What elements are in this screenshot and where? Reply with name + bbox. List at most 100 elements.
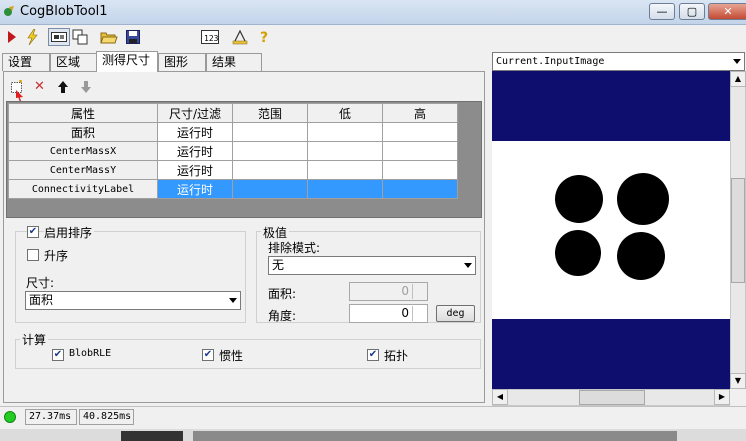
- maximize-button[interactable]: ▢: [679, 3, 705, 20]
- exclude-mode-value: 无: [272, 258, 285, 272]
- chevron-down-icon: [464, 263, 472, 268]
- compute-title: 计算: [20, 331, 49, 348]
- copy-window-icon[interactable]: [71, 28, 89, 46]
- blob: [617, 173, 669, 225]
- row-property: 面积: [8, 122, 158, 142]
- scroll-left-icon[interactable]: ◀: [492, 389, 508, 405]
- row-low[interactable]: [307, 160, 383, 180]
- table-row[interactable]: CenterMassY 运行时: [8, 160, 458, 180]
- move-down-icon[interactable]: [80, 80, 92, 94]
- tab-graphics[interactable]: 图形: [158, 53, 206, 71]
- move-up-icon[interactable]: [57, 80, 69, 94]
- scroll-up-icon[interactable]: ▲: [730, 71, 746, 87]
- taskbar-item[interactable]: [121, 431, 183, 441]
- tab-measurements[interactable]: 测得尺寸: [96, 51, 158, 72]
- save-icon[interactable]: [124, 28, 142, 46]
- row-low[interactable]: [307, 141, 383, 161]
- tab-region[interactable]: 区域: [50, 53, 97, 71]
- blob-shapes: [555, 173, 669, 280]
- col-header-low[interactable]: 低: [307, 103, 383, 123]
- topology-label: 拓扑: [384, 349, 409, 363]
- exclude-mode-select[interactable]: 无: [268, 256, 476, 275]
- help-icon[interactable]: ?: [256, 28, 274, 46]
- run-icon[interactable]: [3, 28, 21, 46]
- deg-button[interactable]: deg: [436, 305, 475, 322]
- table-row[interactable]: CenterMassX 运行时: [8, 141, 458, 161]
- col-header-high[interactable]: 高: [382, 103, 458, 123]
- row-property: CenterMassY: [8, 160, 158, 180]
- blob: [555, 175, 603, 223]
- size-select[interactable]: 面积: [25, 291, 241, 310]
- exclude-mode-label: 排除模式:: [268, 241, 321, 255]
- topology-checkbox[interactable]: ✔: [367, 349, 379, 361]
- inertia-checkbox[interactable]: ✔: [202, 349, 214, 361]
- row-filter[interactable]: 运行时: [157, 179, 233, 199]
- taskbar-item[interactable]: [193, 431, 677, 441]
- open-folder-icon[interactable]: [100, 28, 118, 46]
- col-header-property[interactable]: 属性: [8, 103, 158, 123]
- image-canvas[interactable]: [492, 71, 730, 389]
- enable-sort-checkbox[interactable]: ✔: [27, 226, 39, 238]
- area-label: 面积:: [268, 287, 297, 301]
- ascending-label: 升序: [44, 249, 69, 263]
- measure-tool-icon[interactable]: [231, 28, 249, 46]
- area-spinner[interactable]: 0: [349, 282, 428, 301]
- spinner-arrows-icon[interactable]: [412, 284, 426, 299]
- row-range[interactable]: [232, 160, 308, 180]
- row-high[interactable]: [382, 122, 458, 142]
- row-filter[interactable]: 运行时: [157, 122, 233, 142]
- table-row-selected[interactable]: ConnectivityLabel 运行时: [8, 179, 458, 199]
- row-property: ConnectivityLabel: [8, 179, 158, 199]
- col-header-filter[interactable]: 尺寸/过滤: [157, 103, 233, 123]
- image-source-select[interactable]: Current.InputImage: [492, 52, 745, 71]
- horizontal-scrollbar[interactable]: ◀ ▶: [492, 389, 730, 406]
- vertical-scroll-thumb[interactable]: [731, 178, 745, 283]
- svg-text:123: 123: [204, 34, 219, 43]
- title-bar: CogBlobTool1 — ▢ ✕: [0, 0, 746, 25]
- blobrle-checkbox[interactable]: ✔: [52, 349, 64, 361]
- lightning-icon[interactable]: [23, 28, 41, 46]
- scroll-down-icon[interactable]: ▼: [730, 373, 746, 389]
- row-filter[interactable]: 运行时: [157, 160, 233, 180]
- taskbar-strip: [0, 429, 746, 441]
- row-high[interactable]: [382, 160, 458, 180]
- enable-sort-label: 启用排序: [44, 224, 95, 241]
- ascending-checkbox[interactable]: [27, 249, 39, 261]
- row-high[interactable]: [382, 179, 458, 199]
- grid-header-row: 属性 尺寸/过滤 范围 低 高: [8, 103, 458, 123]
- angle-spinner[interactable]: 0: [349, 304, 428, 323]
- svg-text:?: ?: [260, 30, 268, 45]
- blob: [617, 232, 665, 280]
- row-low[interactable]: [307, 122, 383, 142]
- row-high[interactable]: [382, 141, 458, 161]
- angle-value: 0: [401, 306, 409, 320]
- run-time: 27.37ms: [25, 409, 77, 425]
- total-time: 40.825ms: [79, 409, 134, 425]
- vertical-scrollbar[interactable]: ▲ ▼: [730, 71, 746, 389]
- inertia-label: 惯性: [219, 349, 244, 363]
- col-header-range[interactable]: 范围: [232, 103, 308, 123]
- row-filter[interactable]: 运行时: [157, 141, 233, 161]
- status-ok-icon: [4, 411, 16, 423]
- numeric-display-icon[interactable]: 123: [201, 28, 219, 46]
- display-toggle-icon[interactable]: [48, 28, 70, 46]
- close-button[interactable]: ✕: [708, 3, 746, 20]
- table-row[interactable]: 面积 运行时: [8, 122, 458, 142]
- row-low[interactable]: [307, 179, 383, 199]
- size-select-value: 面积: [29, 293, 54, 307]
- scroll-right-icon[interactable]: ▶: [714, 389, 730, 405]
- blob: [555, 230, 601, 276]
- chevron-down-icon: [229, 298, 237, 303]
- minimize-button[interactable]: —: [649, 3, 675, 20]
- spinner-arrows-icon[interactable]: [412, 306, 426, 321]
- row-range[interactable]: [232, 179, 308, 199]
- horizontal-scroll-thumb[interactable]: [579, 390, 645, 405]
- tab-results[interactable]: 结果: [206, 53, 262, 71]
- chevron-down-icon: [733, 59, 741, 64]
- tab-settings[interactable]: 设置: [2, 53, 50, 71]
- row-range[interactable]: [232, 141, 308, 161]
- area-value: 0: [401, 284, 409, 298]
- app-icon: [4, 6, 14, 16]
- row-property: CenterMassX: [8, 141, 158, 161]
- row-range[interactable]: [232, 122, 308, 142]
